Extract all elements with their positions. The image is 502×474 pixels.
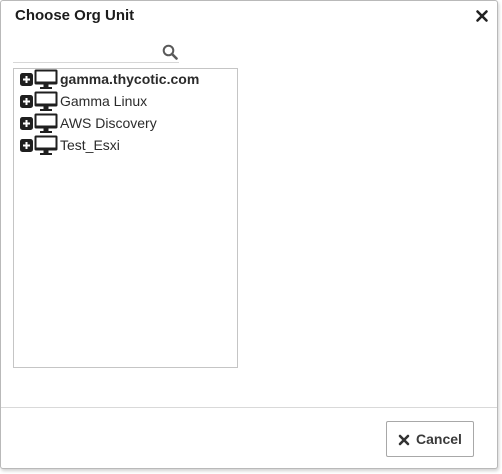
tree-node-label[interactable]: Test_Esxi [60, 137, 120, 153]
cancel-label: Cancel [416, 431, 462, 447]
monitor-icon [34, 69, 58, 89]
org-unit-tree[interactable]: gamma.thycotic.com Gamma Linux AWS Disco… [13, 68, 238, 368]
monitor-icon [34, 113, 58, 133]
dialog-title: Choose Org Unit [15, 7, 135, 24]
tree-node-label[interactable]: gamma.thycotic.com [60, 71, 199, 87]
tree-node[interactable]: Gamma Linux [20, 91, 147, 111]
tree-node-label[interactable]: AWS Discovery [60, 115, 157, 131]
monitor-icon [34, 91, 58, 111]
plus-square-icon[interactable] [20, 138, 33, 152]
plus-square-icon[interactable] [20, 72, 33, 86]
close-icon[interactable] [475, 9, 489, 23]
search-input[interactable] [13, 42, 157, 60]
x-icon [398, 433, 410, 446]
tree-node-label[interactable]: Gamma Linux [60, 93, 147, 109]
tree-node[interactable]: gamma.thycotic.com [20, 69, 199, 89]
footer-divider [1, 407, 497, 408]
tree-node[interactable]: AWS Discovery [20, 113, 157, 133]
plus-square-icon[interactable] [20, 116, 33, 130]
tree-node[interactable]: Test_Esxi [20, 135, 120, 155]
search-box [13, 42, 179, 63]
monitor-icon [34, 135, 58, 155]
choose-org-unit-dialog: Choose Org Unit gamma.thycotic.com Gamma… [0, 0, 498, 469]
cancel-button[interactable]: Cancel [386, 421, 474, 457]
plus-square-icon[interactable] [20, 94, 33, 108]
search-icon[interactable] [162, 44, 178, 60]
